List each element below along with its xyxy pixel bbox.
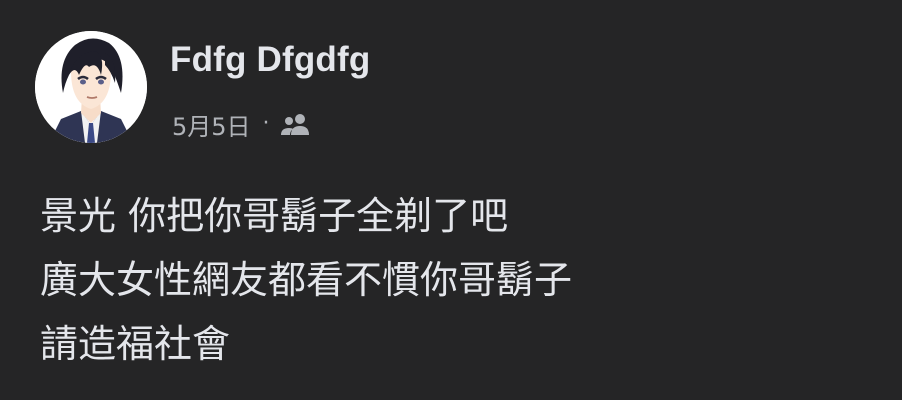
post-body-line: 廣大女性網友都看不慣你哥鬍子 [40,258,573,302]
post-meta: 5月5日 · [172,106,312,142]
post-body-line: 景光 你把你哥鬍子全剃了吧 [40,194,509,238]
friends-icon[interactable] [280,112,312,136]
post-body: 景光 你把你哥鬍子全剃了吧 廣大女性網友都看不慣你哥鬍子 請造福社會 [40,184,572,376]
post-body-line: 請造福社會 [40,322,231,366]
friends-icon-glyph [280,114,309,135]
author-avatar[interactable] [35,31,147,143]
meta-separator: · [262,111,270,136]
post-date[interactable]: 5月5日 [172,107,251,142]
post-card: Fdfg Dfgdfg 5月5日 · 景光 你把你哥鬍子全剃了吧 廣大女性網友都… [0,0,902,400]
avatar-illustration [35,31,147,143]
author-name[interactable]: Fdfg Dfgdfg [170,38,370,82]
